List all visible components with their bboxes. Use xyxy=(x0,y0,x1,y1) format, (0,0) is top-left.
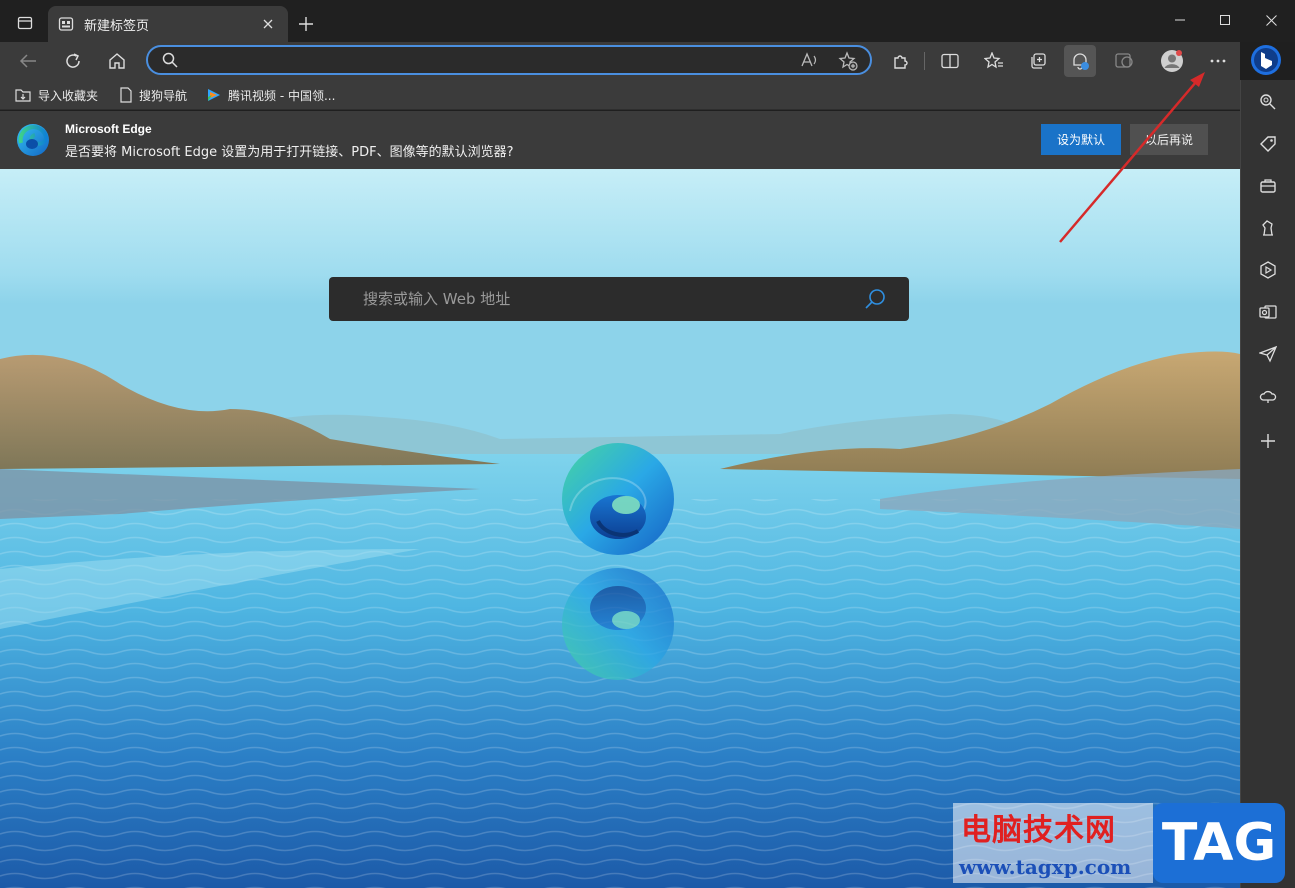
ntp-search-box[interactable] xyxy=(329,277,909,321)
infobar-message: 是否要将 Microsoft Edge 设置为用于打开链接、PDF、图像等的默认… xyxy=(65,145,514,160)
navigation-toolbar xyxy=(0,42,1240,80)
tab-close-button[interactable] xyxy=(258,14,278,34)
set-default-button[interactable]: 设为默认 xyxy=(1041,124,1121,155)
home-button[interactable] xyxy=(101,45,133,77)
chess-piece-icon xyxy=(1262,220,1273,236)
sidebar-onedrive-button[interactable] xyxy=(1253,381,1283,411)
sidebar-outlook-button[interactable] xyxy=(1253,297,1283,327)
back-button[interactable] xyxy=(12,45,44,77)
toolbox-icon xyxy=(1260,179,1276,193)
bell-icon xyxy=(1073,53,1089,70)
favorite-sogou[interactable]: 搜狗导航 xyxy=(119,84,187,106)
watermark-site-name: 电脑技术网 xyxy=(961,813,1116,848)
more-horizontal-icon xyxy=(1210,59,1226,63)
outlook-icon xyxy=(1259,305,1277,319)
refresh-icon xyxy=(66,53,80,68)
search-icon xyxy=(162,52,178,68)
title-bar: 新建标签页 xyxy=(0,0,1295,75)
bing-copilot-button[interactable] xyxy=(1250,44,1282,76)
right-sidebar xyxy=(1240,80,1295,888)
avatar-icon xyxy=(1161,50,1183,72)
edge-logo-reflection xyxy=(562,568,674,680)
split-screen-button[interactable] xyxy=(934,45,966,77)
back-arrow-icon xyxy=(19,54,36,68)
edge-logo-icon xyxy=(562,443,674,555)
plus-icon xyxy=(299,17,313,31)
sidebar-search-button[interactable] xyxy=(1253,87,1283,117)
maximize-icon xyxy=(1220,15,1230,25)
read-aloud-icon[interactable] xyxy=(800,51,820,69)
send-icon xyxy=(1259,345,1277,363)
plus-icon xyxy=(1261,434,1275,448)
extensions-button[interactable] xyxy=(885,45,917,77)
search-icon[interactable] xyxy=(863,287,887,311)
favorites-button[interactable] xyxy=(978,45,1010,77)
tab-actions-button[interactable] xyxy=(8,8,42,38)
import-favorites-icon xyxy=(15,89,31,102)
favorites-list-icon xyxy=(984,52,1003,69)
cloud-icon xyxy=(1259,390,1277,403)
default-browser-infobar: Microsoft Edge 是否要将 Microsoft Edge 设置为用于… xyxy=(0,111,1240,169)
watermark-tag-logo: TAG xyxy=(1153,803,1285,883)
notifications-button[interactable] xyxy=(1064,45,1096,77)
search-icon xyxy=(1260,94,1276,110)
tab-title: 新建标签页 xyxy=(84,18,150,34)
edge-drop-button[interactable] xyxy=(1109,45,1141,77)
new-tab-page xyxy=(0,169,1240,888)
new-tab-page-icon xyxy=(58,17,74,31)
address-bar[interactable] xyxy=(146,45,872,75)
favorites-bar: 导入收藏夹 搜狗导航 腾讯视频 - 中国领... xyxy=(0,80,1240,110)
office-icon xyxy=(1260,261,1276,279)
page-icon xyxy=(120,87,132,103)
close-window-button[interactable] xyxy=(1248,4,1294,36)
new-tab-button[interactable] xyxy=(292,10,320,38)
collections-button[interactable] xyxy=(1022,45,1054,77)
minimize-icon xyxy=(1175,19,1185,21)
sidebar-add-button[interactable] xyxy=(1253,426,1283,456)
add-favorite-icon[interactable] xyxy=(838,51,858,71)
not-now-button[interactable]: 以后再说 xyxy=(1130,124,1208,155)
edge-bar-icon xyxy=(1115,53,1133,68)
close-icon xyxy=(263,19,273,29)
sidebar-shopping-button[interactable] xyxy=(1253,129,1283,159)
favorite-label: 导入收藏夹 xyxy=(38,88,99,103)
sidebar-office-button[interactable] xyxy=(1253,255,1283,285)
sidebar-games-button[interactable] xyxy=(1253,213,1283,243)
ntp-search-input[interactable] xyxy=(363,288,843,310)
puzzle-icon xyxy=(894,55,908,69)
site-watermark: 电脑技术网 www.tagxp.com TAG xyxy=(953,803,1287,883)
maximize-button[interactable] xyxy=(1202,4,1248,36)
edge-logo-icon xyxy=(17,124,49,156)
favorite-tencent-video[interactable]: 腾讯视频 - 中国领... xyxy=(206,84,335,106)
sidebar-tools-button[interactable] xyxy=(1253,171,1283,201)
settings-and-more-button[interactable] xyxy=(1202,45,1234,77)
favorite-label: 腾讯视频 - 中国领... xyxy=(228,88,336,103)
refresh-button[interactable] xyxy=(57,45,89,77)
infobar-title: Microsoft Edge xyxy=(65,122,152,136)
favorite-label: 搜狗导航 xyxy=(139,88,188,103)
toolbar-divider xyxy=(924,52,925,70)
close-icon xyxy=(1265,14,1277,26)
favorite-import[interactable]: 导入收藏夹 xyxy=(14,84,98,106)
split-screen-icon xyxy=(941,53,959,69)
tab-actions-icon xyxy=(17,16,33,30)
home-icon xyxy=(109,53,125,69)
profile-button[interactable] xyxy=(1156,45,1188,77)
collections-icon xyxy=(1031,53,1046,69)
tencent-video-icon xyxy=(208,89,220,101)
address-input[interactable] xyxy=(188,50,788,70)
sidebar-drop-button[interactable] xyxy=(1253,339,1283,369)
minimize-button[interactable] xyxy=(1157,4,1203,36)
tab-new-tab[interactable]: 新建标签页 xyxy=(48,6,288,42)
watermark-url: www.tagxp.com xyxy=(959,855,1132,879)
tag-icon xyxy=(1260,136,1276,152)
bing-copilot-icon xyxy=(1251,45,1281,75)
